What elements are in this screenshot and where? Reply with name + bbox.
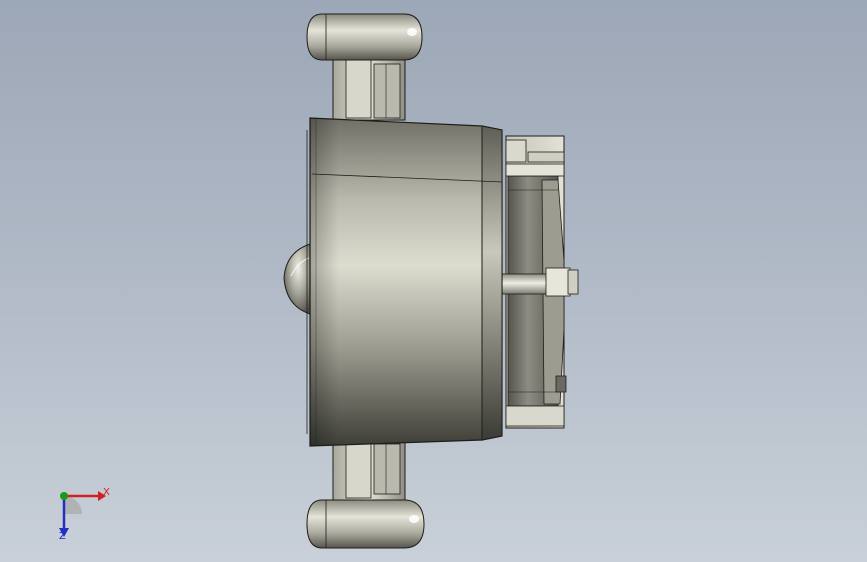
- bottom-mount-post[interactable]: [332, 441, 406, 501]
- top-mount-cap[interactable]: [306, 13, 423, 61]
- axis-triad: X Z: [44, 484, 114, 544]
- motor-3d-model[interactable]: [0, 0, 867, 562]
- cad-graphics-viewport[interactable]: X Z: [0, 0, 867, 562]
- motor-housing[interactable]: [306, 117, 503, 447]
- top-mount-post[interactable]: [332, 57, 406, 121]
- bottom-mount-cap[interactable]: [306, 499, 425, 549]
- y-axis-dot: [60, 492, 68, 500]
- side-dome[interactable]: [283, 243, 311, 315]
- x-axis-label: X: [103, 487, 110, 498]
- z-axis-label: Z: [59, 531, 66, 542]
